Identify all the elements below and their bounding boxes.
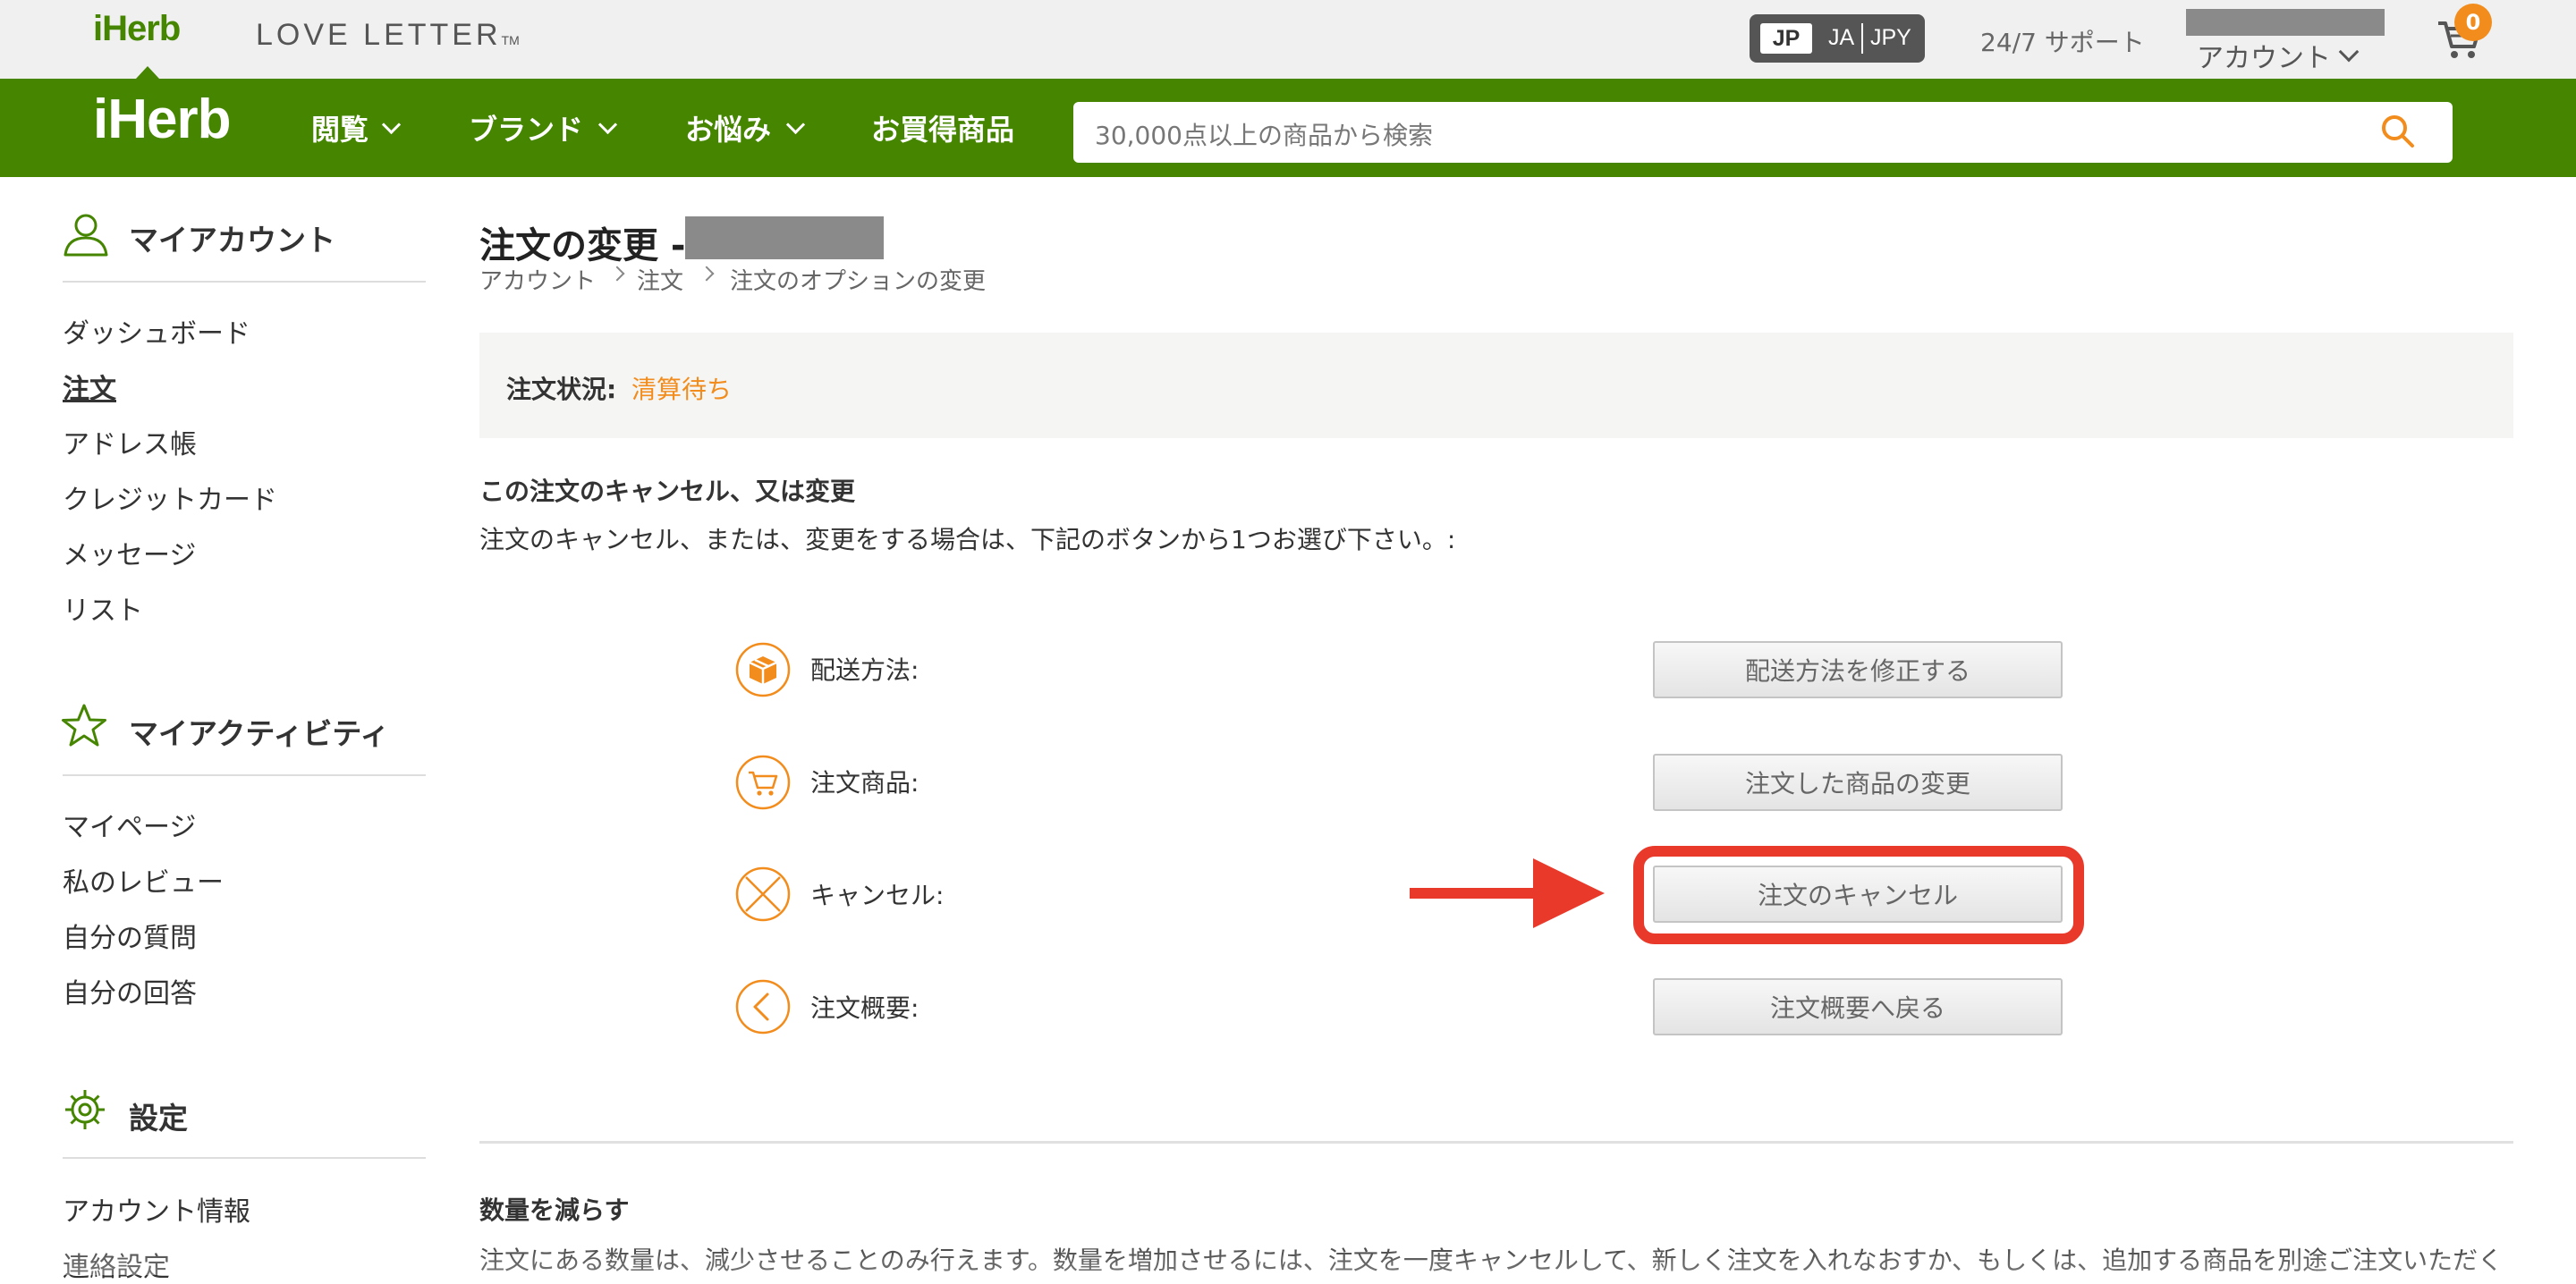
package-icon: [735, 642, 791, 697]
sidebar-item-my-reviews[interactable]: 私のレビュー: [63, 860, 224, 900]
active-site-caret: [136, 66, 159, 79]
sidebar-item-account-info[interactable]: アカウント情報: [63, 1189, 250, 1229]
breadcrumb-account[interactable]: アカウント: [479, 263, 596, 296]
breadcrumb-orders[interactable]: 注文: [637, 263, 683, 296]
currency-code: JPY: [1870, 25, 1911, 50]
chevron-left-icon: [735, 979, 791, 1035]
sidebar-divider: [63, 774, 426, 776]
search-placeholder: 30,000点以上の商品から検索: [1095, 121, 1433, 150]
sidebar-item-dashboard[interactable]: ダッシュボード: [63, 311, 250, 351]
nav-browse[interactable]: 閲覧: [311, 107, 369, 148]
back-to-summary-button[interactable]: 注文概要へ戻る: [1653, 978, 2063, 1035]
cart-icon: [735, 755, 791, 810]
reduce-quantity-text: 注文にある数量は、減少させることのみ行えます。数量を増加させるには、注文を一度キ…: [479, 1246, 2504, 1275]
breadcrumb-separator-icon: [699, 266, 715, 282]
option-label-items: 注文商品:: [810, 768, 919, 798]
sidebar-heading-settings: 設定: [129, 1101, 188, 1136]
sidebar-item-contact-settings[interactable]: 連絡設定: [63, 1245, 170, 1284]
sidebar-item-credit-cards[interactable]: クレジットカード: [63, 477, 277, 517]
star-icon: [61, 703, 107, 753]
section-divider: [479, 1141, 2513, 1144]
language-code: JA: [1828, 25, 1855, 50]
option-label-cancel: キャンセル:: [810, 881, 945, 910]
account-name-redacted: [2186, 9, 2385, 36]
nav-iherb-logo[interactable]: iHerb: [93, 88, 231, 151]
cancel-x-icon-graphic: [735, 866, 791, 922]
nav-concerns[interactable]: お悩み: [685, 107, 771, 148]
sidebar-item-my-questions[interactable]: 自分の質問: [63, 916, 197, 955]
sidebar-item-my-answers[interactable]: 自分の回答: [63, 971, 197, 1010]
locale-selector[interactable]: JP JA JPY: [1750, 14, 1925, 63]
cancel-order-button[interactable]: 注文のキャンセル: [1653, 866, 2063, 923]
breadcrumb-separator-icon: [609, 266, 625, 282]
sidebar-item-address-book[interactable]: アドレス帳: [63, 422, 197, 461]
nav-specials[interactable]: お買得商品: [871, 107, 1014, 148]
option-label-shipping: 配送方法:: [810, 655, 919, 685]
sidebar-heading-my-account: マイアカウント: [129, 223, 335, 258]
cart-icon-graphic: [735, 755, 791, 810]
trademark-mark: TM: [501, 33, 520, 47]
cancel-x-icon: [735, 866, 791, 922]
order-number-redacted: [685, 216, 884, 259]
support-link[interactable]: 24/7 サポート: [1980, 23, 2145, 59]
chevron-left-icon-graphic: [735, 979, 791, 1035]
option-label-summary: 注文概要:: [810, 993, 919, 1023]
cancel-or-change-heading: この注文のキャンセル、又は変更: [479, 477, 856, 506]
package-icon-graphic: [735, 642, 791, 697]
account-menu[interactable]: アカウント: [2197, 36, 2331, 75]
love-letter-link[interactable]: LOVE LETTERTM: [256, 18, 520, 53]
modify-shipping-button[interactable]: 配送方法を修正する: [1653, 641, 2063, 698]
search-icon[interactable]: [2379, 113, 2417, 154]
page-title: 注文の変更 -: [479, 225, 686, 266]
order-status-value: 清算待ち: [631, 375, 733, 404]
user-icon: [63, 211, 109, 261]
reduce-quantity-heading: 数量を減らす: [479, 1195, 630, 1225]
gear-icon-graphic: [65, 1090, 105, 1129]
arrow-right-icon: [1410, 858, 1605, 928]
sidebar-item-messages[interactable]: メッセージ: [63, 533, 196, 572]
cart-count-badge: 0: [2454, 4, 2492, 41]
nav-brands[interactable]: ブランド: [469, 107, 583, 148]
sidebar-item-my-page[interactable]: マイページ: [63, 805, 196, 844]
user-icon-graphic: [64, 214, 108, 257]
search-icon-graphic: [2382, 115, 2414, 148]
sidebar-heading-my-activity: マイアクティビティ: [129, 716, 390, 751]
change-items-button[interactable]: 注文した商品の変更: [1653, 754, 2063, 811]
red-arrow-indicator: [1410, 857, 1606, 935]
sidebar-divider: [63, 281, 426, 283]
breadcrumb-current: 注文のオプションの変更: [730, 268, 987, 295]
sidebar-item-lists[interactable]: リスト: [63, 588, 143, 628]
gear-icon: [63, 1087, 107, 1136]
locale-separator: [1861, 23, 1863, 54]
love-letter-label: LOVE LETTER: [256, 18, 502, 52]
star-icon-graphic: [62, 704, 106, 747]
sidebar-item-orders[interactable]: 注文: [63, 367, 116, 406]
country-code: JP: [1760, 23, 1812, 54]
sidebar-divider: [63, 1157, 426, 1159]
top-iherb-logo[interactable]: iHerb: [93, 9, 181, 49]
order-status-label: 注文状況:: [506, 375, 617, 404]
order-status-box: [479, 333, 2513, 438]
cancel-or-change-instructions: 注文のキャンセル、または、変更をする場合は、下記のボタンから1つお選び下さい。:: [479, 525, 1456, 554]
